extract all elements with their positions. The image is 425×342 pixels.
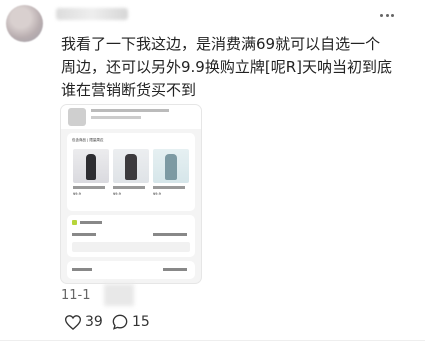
like-count: 39: [85, 314, 103, 330]
screenshot-product-card: 包含商品 | 限量周边 ¥9.9 ¥9.9 ¥9.9: [67, 133, 195, 211]
screenshot-gift-card: [67, 215, 195, 257]
post-line: 我看了一下我这边，是消费满69就可以自选一个: [61, 35, 381, 53]
screenshot-thumb: [68, 108, 86, 126]
attached-screenshot[interactable]: 包含商品 | 限量周边 ¥9.9 ¥9.9 ¥9.9: [60, 104, 202, 284]
screenshot-product: ¥9.9: [73, 149, 109, 196]
text-line: [80, 221, 102, 224]
text-line: [72, 233, 96, 236]
date-blurred: [104, 284, 134, 306]
comment-button[interactable]: 15: [112, 314, 150, 330]
product-name-line: [73, 186, 105, 189]
product-name-line: [113, 186, 145, 189]
comment-icon: [112, 314, 128, 330]
product-name-line: [153, 186, 185, 189]
screenshot-header: [61, 105, 201, 129]
text-line: [153, 233, 187, 236]
like-button[interactable]: 39: [65, 314, 103, 330]
product-price: ¥9.9: [153, 192, 161, 196]
post-line: 谁在营销断货买不到: [61, 81, 197, 99]
screenshot-section-title: 包含商品 | 限量周边: [72, 138, 104, 142]
selection-box: [72, 242, 190, 252]
text-line: [163, 268, 187, 271]
more-icon[interactable]: [380, 14, 394, 18]
username-blurred[interactable]: [56, 8, 128, 20]
comment-count: 15: [132, 314, 150, 330]
product-image: [153, 149, 189, 183]
divider: [0, 340, 425, 341]
text-line: [72, 268, 92, 271]
screenshot-product: ¥9.9: [113, 149, 149, 196]
product-price: ¥9.9: [113, 192, 121, 196]
screenshot-product: ¥9.9: [153, 149, 189, 196]
flag-icon: [72, 220, 77, 225]
product-image: [113, 149, 149, 183]
screenshot-text-line: [91, 116, 141, 119]
avatar[interactable]: [6, 5, 43, 42]
screenshot-footer-card: [67, 261, 195, 279]
heart-icon: [65, 314, 81, 330]
product-price: ¥9.9: [73, 192, 81, 196]
post-line: 周边，还可以另外9.9换购立牌[呢R]天呐当初到底: [61, 58, 392, 76]
screenshot-text-line: [91, 109, 169, 112]
product-image: [73, 149, 109, 183]
post-date: 11-1: [61, 288, 91, 303]
post-text: 我看了一下我这边，是消费满69就可以自选一个 周边，还可以另外9.9换购立牌[呢…: [61, 33, 411, 102]
